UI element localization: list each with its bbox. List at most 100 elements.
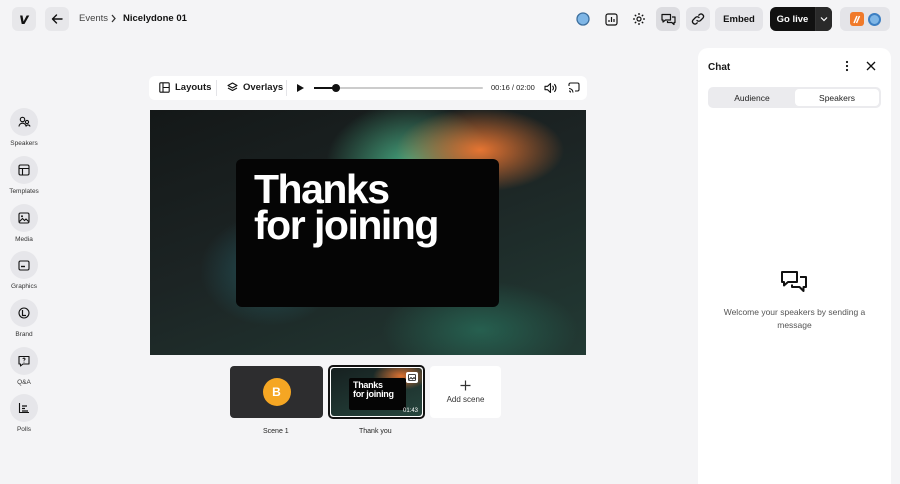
- analytics-icon: [604, 12, 618, 26]
- chat-bubbles-icon: [660, 13, 676, 25]
- scene-duration: 01:43: [402, 408, 418, 414]
- play-icon[interactable]: [296, 83, 305, 93]
- sidebar-icon-wrap: [10, 156, 38, 184]
- settings-button[interactable]: [628, 8, 650, 30]
- tab-audience[interactable]: Audience: [710, 89, 794, 106]
- chat-toggle-button[interactable]: [656, 7, 680, 31]
- sidebar-item-label: Polls: [16, 426, 32, 433]
- close-icon[interactable]: [866, 61, 876, 71]
- stage-title-line2: for joining: [254, 202, 439, 248]
- qa-icon: [18, 355, 30, 367]
- vimeo-logo-icon[interactable]: v: [12, 7, 36, 31]
- sidebar-item-qa[interactable]: Q&A: [0, 347, 48, 386]
- scene-thumb-text: Thanks for joining: [353, 381, 394, 399]
- scene-media-badge: [406, 372, 418, 383]
- tab-speakers[interactable]: Speakers: [795, 89, 879, 106]
- sidebar-item-templates[interactable]: Templates: [0, 156, 48, 195]
- volume-icon[interactable]: [544, 82, 557, 94]
- gear-icon: [633, 13, 645, 25]
- chat-panel: Chat Audience Speakers Welcome your spea…: [698, 48, 891, 484]
- status-globe-button[interactable]: [572, 8, 594, 30]
- graphics-icon: [18, 259, 30, 271]
- sidebar-item-label: Templates: [9, 188, 39, 195]
- brand-icon: [18, 307, 30, 319]
- media-icon: [18, 212, 30, 224]
- sidebar-icon-wrap: [10, 251, 38, 279]
- stage-title-card: Thanks for joining: [236, 159, 499, 307]
- templates-icon: [18, 164, 30, 176]
- layers-icon: [227, 82, 238, 92]
- chevron-down-icon: [820, 17, 828, 22]
- breadcrumb-events[interactable]: Events: [79, 13, 108, 24]
- speakers-icon: [17, 116, 31, 127]
- embed-button[interactable]: Embed: [715, 7, 763, 31]
- chevron-right-icon: [111, 14, 116, 23]
- playback-slider[interactable]: [314, 84, 483, 92]
- overlays-label: Overlays: [243, 82, 284, 93]
- more-vertical-icon[interactable]: [845, 60, 849, 72]
- sidebar-item-label: Q&A: [17, 379, 31, 386]
- sidebar-item-speakers[interactable]: Speakers: [0, 108, 48, 147]
- participants-avatars[interactable]: [840, 7, 890, 31]
- time-separator: /: [511, 83, 514, 92]
- chat-tabs: Audience Speakers: [708, 87, 881, 108]
- overlays-button[interactable]: Overlays: [227, 82, 283, 93]
- live-stage-preview[interactable]: Thanks for joining: [150, 110, 586, 355]
- host-avatar: [849, 12, 864, 26]
- layouts-button[interactable]: Layouts: [159, 82, 211, 93]
- duration: 02:00: [516, 83, 535, 92]
- stage-title-text: Thanks for joining: [254, 169, 439, 248]
- toolbar-divider: [286, 80, 287, 96]
- globe-icon: [576, 12, 590, 26]
- scene-label-2: Thank you: [359, 428, 392, 435]
- polls-icon: [18, 403, 29, 414]
- scene-thumb-2[interactable]: Thanks for joining 01:43: [328, 365, 425, 419]
- image-icon: [408, 374, 416, 381]
- cast-icon[interactable]: [568, 82, 580, 94]
- arrow-left-icon: [51, 14, 63, 24]
- page-title: Nicelydone 01: [123, 13, 187, 24]
- analytics-button[interactable]: [600, 8, 622, 30]
- stage-toolbar: Layouts Overlays 00:16 / 02:00: [149, 76, 587, 100]
- playback-handle[interactable]: [332, 84, 341, 92]
- sidebar-item-label: Graphics: [10, 283, 37, 290]
- sidebar-icon-wrap: [10, 204, 38, 232]
- plus-icon: [460, 380, 471, 391]
- sidebar-item-label: Media: [15, 236, 33, 243]
- sidebar-item-media[interactable]: Media: [0, 204, 48, 243]
- chat-title: Chat: [708, 62, 731, 73]
- top-bar: v Events Nicelydone 01 Embed Go live: [0, 0, 900, 38]
- link-icon: [691, 13, 705, 25]
- sidebar-icon-wrap: [10, 347, 38, 375]
- share-link-button[interactable]: [686, 7, 710, 31]
- scene-thumb-preview: Thanks for joining 01:43: [331, 368, 422, 416]
- add-scene-label: Add scene: [446, 395, 485, 404]
- sidebar-icon-wrap: [10, 108, 38, 136]
- go-live-options-button[interactable]: [816, 7, 832, 31]
- current-time: 00:16: [491, 83, 510, 92]
- speaker-avatar: B: [262, 378, 291, 406]
- add-scene-button[interactable]: Add scene: [430, 366, 501, 418]
- brand-mark-icon: [853, 15, 861, 23]
- sidebar-item-label: Brand: [15, 331, 33, 338]
- layout-icon: [159, 82, 170, 93]
- scene-label-1: Scene 1: [263, 428, 289, 435]
- chat-empty-message: Welcome your speakers by sending a messa…: [723, 307, 866, 330]
- layouts-label: Layouts: [175, 82, 212, 93]
- sidebar-item-label: Speakers: [10, 140, 38, 147]
- back-button[interactable]: [45, 7, 69, 31]
- scene-thumb-line2: for joining: [353, 389, 394, 399]
- sidebar-item-polls[interactable]: Polls: [0, 394, 48, 433]
- sidebar-item-brand[interactable]: Brand: [0, 299, 48, 338]
- sidebar-icon-wrap: [10, 299, 38, 327]
- sidebar-icon-wrap: [10, 394, 38, 422]
- chat-bubbles-icon: [781, 271, 807, 292]
- guest-avatar: [867, 12, 881, 26]
- sidebar-item-graphics[interactable]: Graphics: [0, 251, 48, 290]
- toolbar-divider: [216, 80, 217, 96]
- go-live-split-button: Go live: [770, 7, 832, 31]
- playback-time: 00:16 / 02:00: [491, 83, 535, 92]
- scene-thumb-1[interactable]: B: [230, 366, 323, 418]
- go-live-button[interactable]: Go live: [770, 7, 816, 31]
- scene-thumb-card: Thanks for joining: [349, 378, 406, 410]
